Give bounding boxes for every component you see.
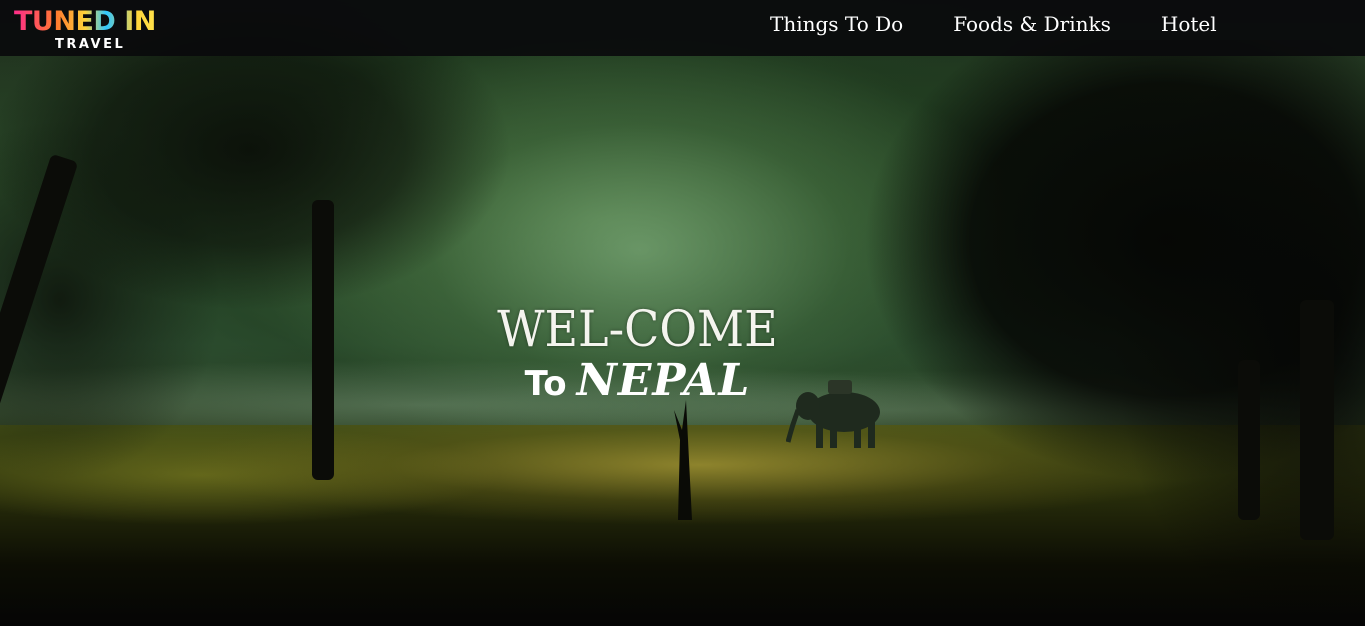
main-nav: Things To Do Foods & Drinks Hotel xyxy=(745,0,1242,48)
brand-logo[interactable]: TUNED IN TRAVEL xyxy=(14,6,164,54)
top-navbar: TUNED IN TRAVEL Things To Do Foods & Dri… xyxy=(0,0,1365,56)
logo-tagline: TRAVEL xyxy=(55,37,126,52)
hero-destination-line: To NEPAL xyxy=(0,356,1275,415)
tree-stump-silhouette xyxy=(674,400,692,520)
logo-wordmark: TUNED IN xyxy=(14,6,156,37)
nav-link-foods-drinks[interactable]: Foods & Drinks xyxy=(928,12,1136,36)
hero-place-text: NEPAL xyxy=(576,355,751,406)
hero-welcome-text: WEL-COME xyxy=(497,300,778,358)
hero-heading: WEL-COME To NEPAL xyxy=(0,300,1275,415)
nav-link-hotel[interactable]: Hotel xyxy=(1136,12,1242,36)
far-right-tree-trunk xyxy=(1300,300,1334,540)
nav-link-things-to-do[interactable]: Things To Do xyxy=(745,12,928,36)
hero-to-text: To xyxy=(524,364,567,404)
page: TUNED IN TRAVEL Things To Do Foods & Dri… xyxy=(0,0,1365,626)
